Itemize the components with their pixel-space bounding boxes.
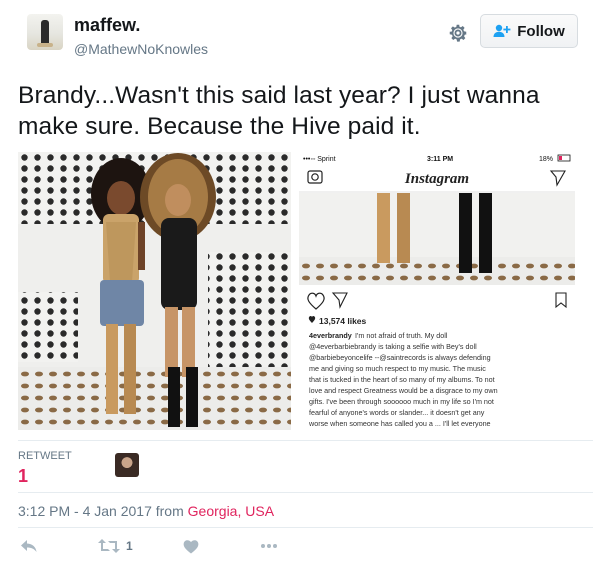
user-avatar[interactable] bbox=[27, 14, 63, 50]
display-name[interactable]: maffew. bbox=[74, 15, 140, 36]
retweet-stat-label[interactable]: RETWEET bbox=[18, 450, 72, 462]
reply-icon bbox=[21, 540, 37, 552]
ig-caption-line: worse when someone has called you a ... … bbox=[308, 419, 491, 428]
ig-caption-line: fearful of anyone's words or slander... … bbox=[309, 408, 485, 417]
ig-caption-line: love and respect Greatness would be a di… bbox=[309, 386, 498, 395]
ig-time: 3:11 PM bbox=[427, 156, 453, 163]
retweet-action-count: 1 bbox=[126, 539, 133, 553]
retweeter-avatar[interactable] bbox=[115, 453, 139, 477]
ig-battery: 18% bbox=[539, 156, 553, 163]
divider bbox=[18, 527, 593, 528]
more-icon bbox=[261, 544, 277, 548]
more-button[interactable] bbox=[260, 536, 278, 556]
heart-icon bbox=[183, 539, 199, 553]
ig-caption-line: I'm not afraid of truth. My doll bbox=[355, 331, 448, 340]
ig-caption-line: me and giving so much respect to my musi… bbox=[309, 364, 486, 373]
retweet-button[interactable]: 1 bbox=[98, 536, 133, 556]
divider bbox=[18, 440, 593, 441]
ig-caption-line: @barbiebeyoncelife --@saintrecords is al… bbox=[309, 353, 491, 362]
ig-caption-line: gifts. I've been through soooooo much in… bbox=[309, 397, 494, 406]
ig-caption-line: @4everbarbiebrandy is taking a selfie wi… bbox=[309, 342, 477, 351]
like-button[interactable] bbox=[183, 536, 199, 556]
add-user-icon bbox=[493, 24, 511, 37]
follow-label: Follow bbox=[517, 22, 565, 40]
ig-carrier: •••◦◦ Sprint bbox=[303, 156, 336, 163]
tweet-location[interactable]: Georgia, USA bbox=[188, 503, 274, 519]
tweet-timestamp: 3:12 PM - 4 Jan 2017 from Georgia, USA bbox=[18, 503, 274, 519]
follow-button[interactable]: Follow bbox=[480, 14, 578, 48]
tweet-photo-dolls[interactable] bbox=[18, 152, 291, 430]
tweet-text: Brandy...Wasn't this said last year? I j… bbox=[18, 82, 540, 140]
divider bbox=[18, 492, 593, 493]
timestamp-text: 3:12 PM - 4 Jan 2017 from bbox=[18, 503, 184, 519]
tweet-photo-instagram[interactable]: •••◦◦ Sprint 3:11 PM 18% Instagram 13,57… bbox=[299, 152, 575, 430]
ig-likes: 13,574 likes bbox=[319, 316, 367, 326]
ig-caption-line: that is tucked in the heart of so many o… bbox=[309, 375, 495, 384]
ig-logo: Instagram bbox=[404, 171, 469, 187]
ig-username: 4everbrandy bbox=[309, 331, 352, 340]
reply-button[interactable] bbox=[20, 536, 38, 556]
user-handle[interactable]: @MathewNoKnowles bbox=[74, 41, 208, 57]
gear-icon[interactable] bbox=[447, 22, 469, 44]
retweet-icon bbox=[98, 539, 120, 553]
retweet-stat-count[interactable]: 1 bbox=[18, 466, 28, 487]
